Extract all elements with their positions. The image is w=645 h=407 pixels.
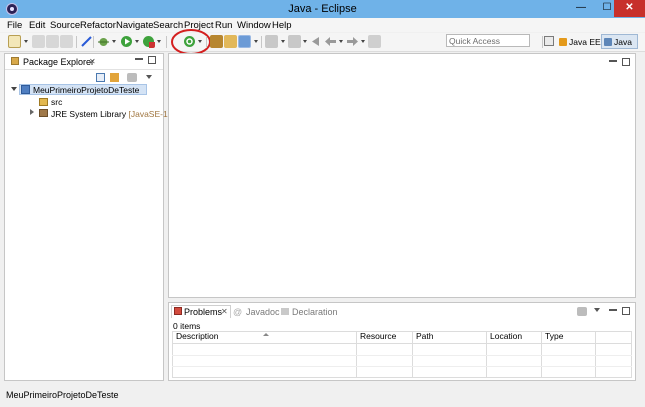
- print-icon[interactable]: [60, 35, 73, 48]
- forward-icon[interactable]: [346, 35, 359, 48]
- minimize-view-icon[interactable]: [609, 309, 617, 311]
- focus-task-icon[interactable]: [577, 307, 587, 316]
- menu-file[interactable]: File: [7, 20, 22, 31]
- menu-window[interactable]: Window: [237, 20, 271, 31]
- perspective-java-ee[interactable]: Java EE: [559, 35, 601, 49]
- editor-minimize-icon[interactable]: [609, 60, 617, 62]
- tree-item-project[interactable]: MeuPrimeiroProjetoDeTeste: [33, 85, 139, 95]
- new-class-icon[interactable]: [238, 35, 251, 48]
- open-type-icon[interactable]: [265, 35, 278, 48]
- toolbar-separator: [76, 36, 77, 48]
- jre-library-label: JRE System Library: [51, 109, 127, 119]
- menu-source[interactable]: Source: [50, 20, 80, 31]
- java-project-icon: [21, 85, 30, 94]
- column-path[interactable]: Path: [416, 331, 434, 341]
- link-with-editor-icon[interactable]: [110, 73, 119, 82]
- run-icon[interactable]: [120, 35, 133, 48]
- perspective-java-ee-label: Java EE: [569, 37, 601, 47]
- open-type-dropdown-icon[interactable]: [281, 40, 285, 43]
- new-java-project-icon[interactable]: [210, 35, 223, 48]
- collapsed-toggle-icon[interactable]: [30, 109, 34, 115]
- debug-dropdown-icon[interactable]: [112, 40, 116, 43]
- column-resource[interactable]: Resource: [360, 331, 396, 341]
- new-dropdown-icon[interactable]: [24, 40, 28, 43]
- toolbar-separator: [93, 36, 94, 48]
- perspective-java[interactable]: Java: [601, 34, 638, 49]
- toolbar-separator: [166, 36, 167, 48]
- column-description[interactable]: Description: [176, 331, 219, 341]
- search-dropdown-icon[interactable]: [303, 40, 307, 43]
- problems-panel: Problems ✕ @ Javadoc Declaration 0 items: [168, 302, 636, 381]
- view-menu-icon[interactable]: [146, 75, 152, 79]
- problems-close-icon[interactable]: ✕: [221, 307, 228, 316]
- javadoc-tab[interactable]: Javadoc: [246, 307, 280, 317]
- close-button[interactable]: ✕: [614, 0, 645, 17]
- maximize-view-icon[interactable]: [148, 56, 156, 64]
- problems-tab[interactable]: Problems: [184, 307, 222, 317]
- menu-help[interactable]: Help: [272, 20, 292, 31]
- quick-access-input[interactable]: Quick Access: [446, 34, 530, 47]
- toolbar-separator: [261, 36, 262, 48]
- view-menu-icon[interactable]: [594, 308, 600, 312]
- perspective-java-label: Java: [614, 36, 632, 47]
- debug-icon[interactable]: [97, 35, 110, 48]
- menu-run[interactable]: Run: [215, 20, 232, 31]
- search-icon[interactable]: [288, 35, 301, 48]
- row-divider: [172, 355, 632, 356]
- library-icon: [39, 109, 48, 117]
- forward-dropdown-icon[interactable]: [361, 40, 365, 43]
- open-perspective-icon[interactable]: [544, 36, 554, 46]
- java-ee-icon: [559, 38, 567, 46]
- back-dropdown-icon[interactable]: [339, 40, 343, 43]
- editor-maximize-icon[interactable]: [622, 58, 630, 66]
- declaration-icon: [281, 308, 289, 315]
- new-icon[interactable]: [8, 35, 21, 48]
- package-explorer-panel: Package Explorer ✕ MeuPrimeiroProjetoDeT…: [4, 53, 177, 381]
- pin-icon[interactable]: [368, 35, 381, 48]
- package-explorer-close-icon[interactable]: ✕: [89, 57, 96, 66]
- package-explorer-icon: [11, 57, 19, 65]
- new-class-dropdown-icon[interactable]: [254, 40, 258, 43]
- column-type[interactable]: Type: [545, 331, 563, 341]
- javadoc-icon: @: [233, 307, 243, 317]
- annotation-nav-icon[interactable]: [310, 35, 323, 48]
- menu-refactor[interactable]: Refactor: [80, 20, 116, 31]
- tree-item-jre[interactable]: JRE System Library [JavaSE-1.7]: [51, 109, 177, 119]
- minimize-button[interactable]: —: [568, 0, 594, 17]
- source-folder-icon: [39, 98, 48, 106]
- external-tools-icon[interactable]: [142, 35, 155, 48]
- skip-breakpoints-icon[interactable]: [80, 35, 93, 48]
- column-location[interactable]: Location: [490, 331, 522, 341]
- minimize-view-icon[interactable]: [135, 58, 143, 60]
- run-dropdown-icon[interactable]: [135, 40, 139, 43]
- expanded-toggle-icon[interactable]: [11, 87, 17, 91]
- back-icon[interactable]: [324, 35, 337, 48]
- status-text: MeuPrimeiroProjetoDeTeste: [6, 390, 119, 400]
- row-divider: [172, 366, 632, 367]
- toolbar-separator: [542, 36, 543, 48]
- window-title: Java - Eclipse: [288, 3, 357, 15]
- problems-icon: [174, 307, 182, 315]
- declaration-tab[interactable]: Declaration: [292, 307, 338, 317]
- sort-indicator-icon: [263, 333, 269, 336]
- tree-item-src[interactable]: src: [51, 97, 62, 107]
- perspective-switcher: Java EE Java: [540, 33, 645, 51]
- menu-bar: File Edit Source Refactor Navigate Searc…: [0, 18, 645, 32]
- focus-task-icon[interactable]: [127, 73, 137, 82]
- maximize-view-icon[interactable]: [622, 307, 630, 315]
- external-tools-dropdown-icon[interactable]: [157, 40, 161, 43]
- toolbar-separator: [206, 36, 207, 48]
- save-icon[interactable]: [32, 35, 45, 48]
- collapse-all-icon[interactable]: [96, 73, 105, 82]
- editor-area[interactable]: [168, 53, 636, 298]
- save-all-icon[interactable]: [46, 35, 59, 48]
- problems-count: 0 items: [173, 321, 201, 331]
- new-package-icon[interactable]: [224, 35, 237, 48]
- menu-edit[interactable]: Edit: [29, 20, 45, 31]
- menu-navigate[interactable]: Navigate: [116, 20, 154, 31]
- package-explorer-tab[interactable]: Package Explorer: [23, 57, 94, 67]
- java-perspective-icon: [604, 37, 612, 46]
